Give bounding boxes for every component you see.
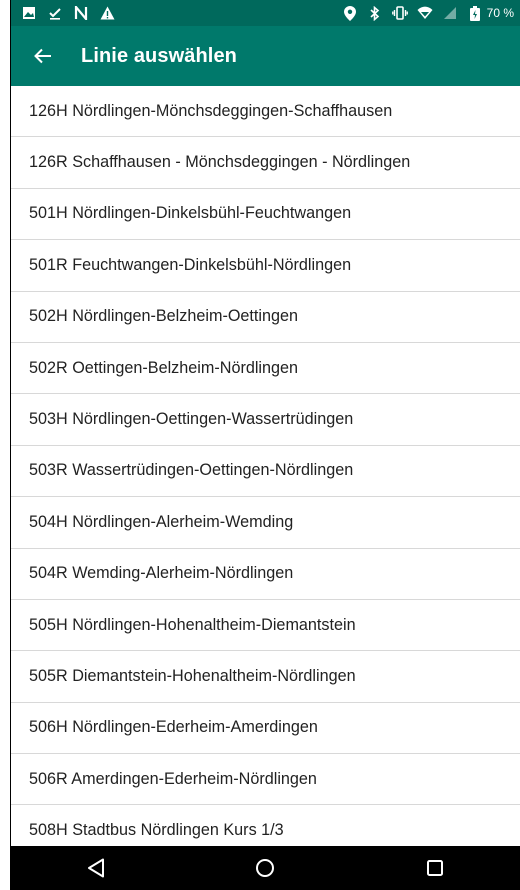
- list-item[interactable]: 126R Schaffhausen - Mönchsdeggingen - Nö…: [11, 137, 520, 189]
- list-item[interactable]: 505R Diemantstein-Hohenaltheim-Nördlinge…: [11, 651, 520, 703]
- no-signal-icon: [442, 5, 458, 21]
- warning-icon: [99, 5, 115, 21]
- location-icon: [342, 5, 358, 21]
- wifi-icon: [417, 5, 433, 21]
- list-item[interactable]: 126H Nördlingen-Mönchsdeggingen-Schaffha…: [11, 86, 520, 138]
- home-circle-icon[interactable]: [245, 848, 285, 888]
- list-item[interactable]: 505H Nördlingen-Hohenaltheim-Diemantstei…: [11, 600, 520, 652]
- left-frame-border: [0, 0, 11, 890]
- list-item[interactable]: 506R Amerdingen-Ederheim-Nördlingen: [11, 754, 520, 806]
- list-item[interactable]: 503H Nördlingen-Oettingen-Wassertrüdinge…: [11, 394, 520, 446]
- list-item[interactable]: 501H Nördlingen-Dinkelsbühl-Feuchtwangen: [11, 189, 520, 241]
- vibrate-icon: [391, 5, 408, 21]
- back-arrow-icon[interactable]: [31, 44, 55, 68]
- download-done-icon: [47, 5, 63, 21]
- status-left-icons: [21, 5, 115, 21]
- battery-percent: 70 %: [486, 6, 514, 20]
- list-item[interactable]: 506H Nördlingen-Ederheim-Amerdingen: [11, 703, 520, 755]
- battery-icon: [467, 5, 483, 21]
- list-item[interactable]: 501R Feuchtwangen-Dinkelsbühl-Nördlingen: [11, 240, 520, 292]
- status-bar: 70 %: [11, 0, 520, 26]
- nfc-n-icon: [73, 5, 89, 21]
- status-right-icons: 70 %: [342, 5, 514, 21]
- line-list: 126H Nördlingen-Mönchsdeggingen-Schaffha…: [11, 86, 520, 857]
- list-item[interactable]: 504H Nördlingen-Alerheim-Wemding: [11, 497, 520, 549]
- list-item[interactable]: 504R Wemding-Alerheim-Nördlingen: [11, 549, 520, 600]
- page-title: Linie auswählen: [81, 44, 237, 67]
- back-triangle-icon[interactable]: [76, 848, 116, 888]
- bluetooth-icon: [367, 5, 383, 21]
- navigation-bar: [11, 846, 520, 890]
- list-item[interactable]: 502R Oettingen-Belzheim-Nördlingen: [11, 343, 520, 395]
- list-item[interactable]: 502H Nördlingen-Belzheim-Oettingen: [11, 292, 520, 343]
- image-notification-icon: [21, 5, 37, 21]
- app-bar: Linie auswählen: [11, 26, 520, 86]
- list-item[interactable]: 503R Wassertrüdingen-Oettingen-Nördlinge…: [11, 446, 520, 498]
- phone-screen: 70 % Linie auswählen 126H Nördlingen-Mön…: [11, 0, 520, 890]
- recents-square-icon[interactable]: [415, 848, 455, 888]
